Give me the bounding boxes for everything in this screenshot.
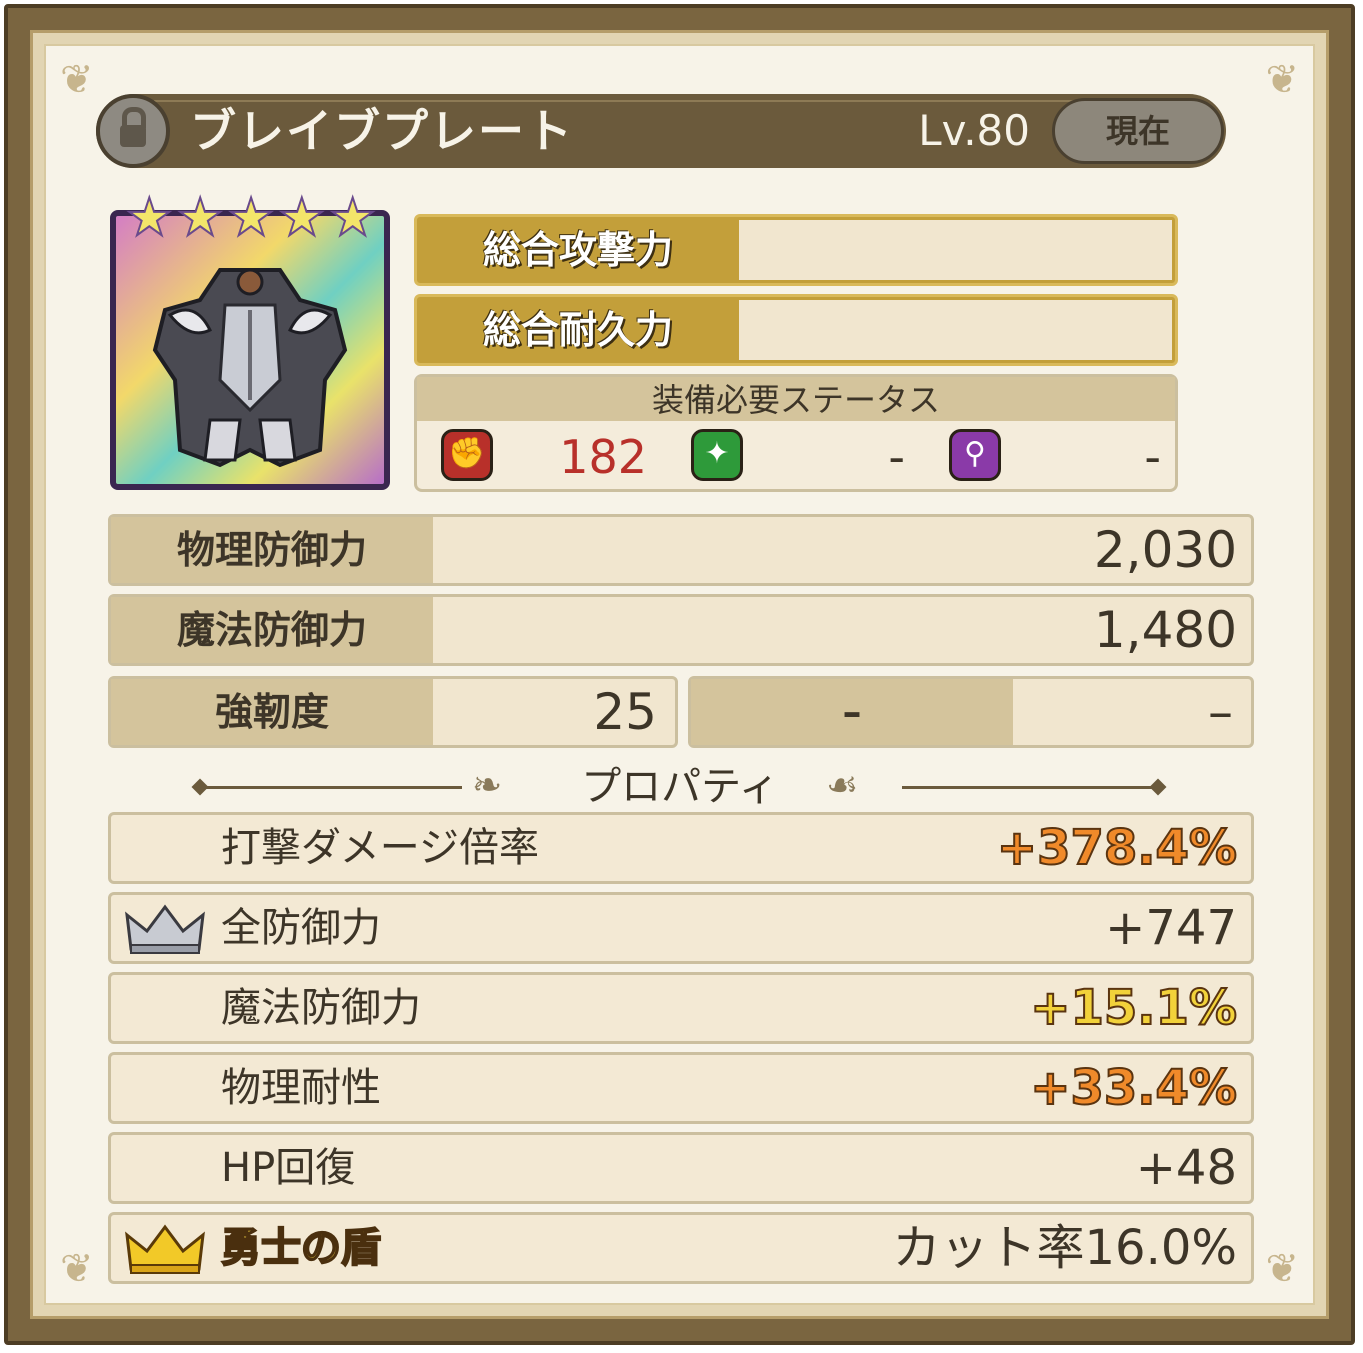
flourish-icon: ☙: [826, 765, 859, 806]
property-label: 魔法防御力: [221, 985, 421, 1031]
property-value: +48: [1135, 1140, 1237, 1196]
toughness-row: 強靭度 25: [108, 676, 678, 748]
divider-line: [206, 786, 462, 789]
property-row: 全防御力 +747: [108, 892, 1254, 964]
total-durability-value: [739, 300, 1172, 360]
total-attack-value: [739, 220, 1172, 280]
required-status-box: 装備必要ステータス ✊ 182 ✦ - ⚲ -: [414, 374, 1178, 492]
property-row: HP回復 +48: [108, 1132, 1254, 1204]
toughness-label: 強靭度: [111, 679, 433, 745]
gold-crown-icon: [125, 1224, 205, 1274]
physical-defense-label: 物理防御力: [111, 517, 433, 583]
property-label: HP回復: [221, 1145, 356, 1191]
property-row: 魔法防御力 +15.1%: [108, 972, 1254, 1044]
required-status-title: 装備必要ステータス: [417, 377, 1175, 421]
property-row: 物理耐性 +33.4%: [108, 1052, 1254, 1124]
magic-defense-row: 魔法防御力 1,480: [108, 594, 1254, 666]
property-value: +15.1%: [1029, 979, 1238, 1037]
magic-requirement: -: [1144, 430, 1161, 484]
star-icon: ★: [278, 187, 327, 249]
extra-stat-row: – –: [688, 676, 1254, 748]
magic-defense-value: 1,480: [1093, 601, 1237, 659]
total-attack-row: 総合攻撃力: [414, 214, 1178, 286]
physical-defense-value: 2,030: [1093, 521, 1237, 579]
star-icon: ★: [125, 187, 174, 249]
corner-ornament-icon: ❦: [60, 57, 94, 103]
flourish-icon: ❧: [472, 765, 503, 806]
toughness-value: 25: [593, 683, 657, 741]
extra-stat-value: –: [1208, 683, 1233, 741]
strength-requirement: 182: [559, 430, 647, 484]
silver-crown-icon: [125, 904, 205, 954]
extra-stat-label: –: [691, 679, 1013, 745]
item-name: ブレイブプレート: [190, 104, 574, 158]
armor-icon: [152, 268, 348, 468]
property-value: +33.4%: [1029, 1059, 1238, 1117]
property-label: 打撃ダメージ倍率: [221, 825, 539, 871]
rarity-stars: ★ ★ ★ ★ ★: [125, 187, 377, 249]
sparkle-icon: ✦: [691, 429, 743, 481]
property-label: 物理耐性: [221, 1065, 381, 1111]
property-label: 勇士の盾: [220, 1224, 382, 1272]
property-value: +747: [1105, 900, 1237, 956]
property-header: プロパティ: [581, 764, 779, 810]
corner-ornament-icon: ❦: [1265, 1246, 1299, 1292]
corner-ornament-icon: ❦: [1265, 57, 1299, 103]
magic-defense-label: 魔法防御力: [111, 597, 433, 663]
total-durability-row: 総合耐久力: [414, 294, 1178, 366]
current-button[interactable]: 現在: [1052, 98, 1224, 164]
item-level: Lv.80: [918, 106, 1030, 155]
lock-icon[interactable]: [96, 94, 170, 168]
property-row: 打撃ダメージ倍率 +378.4%: [108, 812, 1254, 884]
total-durability-label: 総合耐久力: [482, 308, 673, 352]
total-attack-label: 総合攻撃力: [482, 228, 673, 272]
star-icon: ★: [328, 187, 377, 249]
fist-icon: ✊: [441, 429, 493, 481]
star-icon: ★: [227, 187, 276, 249]
property-row: 勇士の盾 カット率16.0%: [108, 1212, 1254, 1284]
dexterity-requirement: -: [888, 430, 905, 484]
divider-line: [902, 786, 1158, 789]
corner-ornament-icon: ❦: [60, 1246, 94, 1292]
property-value: カット率16.0%: [892, 1220, 1238, 1276]
property-value: +378.4%: [996, 819, 1238, 877]
wand-icon: ⚲: [949, 429, 1001, 481]
physical-defense-row: 物理防御力 2,030: [108, 514, 1254, 586]
property-label: 全防御力: [221, 905, 381, 951]
star-icon: ★: [176, 187, 225, 249]
